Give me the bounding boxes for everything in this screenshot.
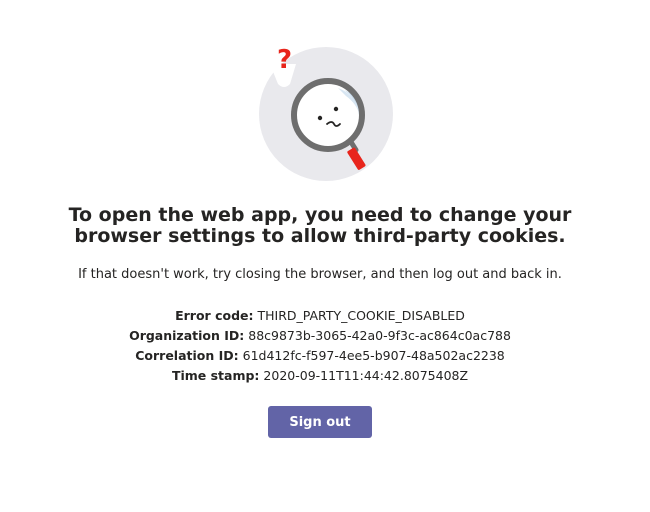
error-details: Error code: THIRD_PARTY_COOKIE_DISABLED …	[40, 306, 600, 386]
page-title-line-1: To open the web app, you need to change …	[68, 204, 572, 226]
organization-id-value: 88c9873b-3065-42a0-9f3c-ac864c0ac788	[248, 328, 511, 343]
organization-id-row: Organization ID: 88c9873b-3065-42a0-9f3c…	[40, 326, 600, 346]
help-text: If that doesn't work, try closing the br…	[78, 267, 562, 282]
correlation-id-value: 61d412fc-f597-4ee5-b907-48a502ac2238	[242, 348, 505, 363]
correlation-id-row: Correlation ID: 61d412fc-f597-4ee5-b907-…	[40, 346, 600, 366]
magnifying-glass-illustration: ?	[256, 40, 396, 182]
question-mark-icon: ?	[277, 45, 292, 75]
correlation-id-label: Correlation ID:	[135, 348, 239, 363]
magnifying-glass-icon: ?	[259, 45, 393, 181]
timestamp-label: Time stamp:	[171, 368, 260, 383]
timestamp-value: 2020-09-11T11:44:42.8075408Z	[263, 368, 469, 383]
organization-id-label: Organization ID:	[129, 328, 245, 343]
left-eye	[317, 115, 323, 121]
error-code-row: Error code: THIRD_PARTY_COOKIE_DISABLED	[40, 306, 600, 326]
right-eye	[333, 106, 339, 112]
timestamp-row: Time stamp: 2020-09-11T11:44:42.8075408Z	[40, 366, 600, 386]
error-code-value: THIRD_PARTY_COOKIE_DISABLED	[257, 308, 465, 323]
sign-out-button[interactable]: Sign out	[268, 406, 372, 438]
error-page: ? To open the web app, you need to chang…	[0, 0, 650, 512]
error-code-label: Error code:	[175, 308, 254, 323]
page-title: To open the web app, you need to change …	[40, 205, 600, 247]
page-title-line-2: browser settings to allow third-party co…	[74, 225, 566, 247]
